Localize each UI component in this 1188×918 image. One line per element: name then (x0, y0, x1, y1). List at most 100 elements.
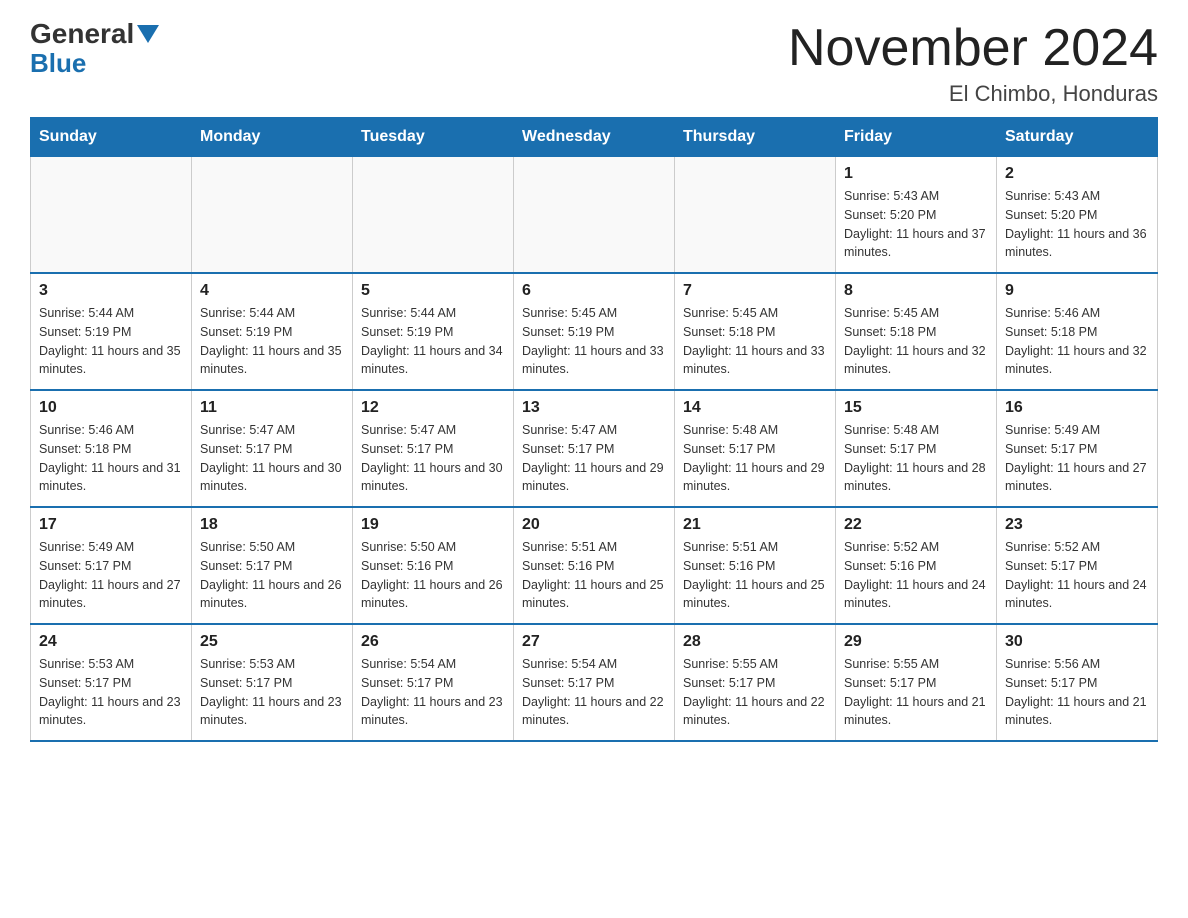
table-row: 26Sunrise: 5:54 AMSunset: 5:17 PMDayligh… (353, 624, 514, 741)
day-number: 11 (200, 399, 344, 417)
day-info: Sunrise: 5:54 AMSunset: 5:17 PMDaylight:… (522, 655, 666, 730)
day-info: Sunrise: 5:47 AMSunset: 5:17 PMDaylight:… (200, 421, 344, 496)
day-info: Sunrise: 5:47 AMSunset: 5:17 PMDaylight:… (361, 421, 505, 496)
table-row: 20Sunrise: 5:51 AMSunset: 5:16 PMDayligh… (514, 507, 675, 624)
table-row: 21 Sunrise: 5:51 AMSunset: 5:16 PMDayligh… (675, 507, 836, 624)
day-info: Sunrise: 5:49 AMSunset: 5:17 PMDaylight:… (39, 538, 183, 613)
table-row (514, 157, 675, 274)
col-saturday: Saturday (997, 118, 1158, 157)
table-row: 2 Sunrise: 5:43 AMSunset: 5:20 PMDaylight… (997, 157, 1158, 274)
day-info: Sunrise: 5:52 AMSunset: 5:17 PMDaylight:… (1005, 538, 1149, 613)
calendar-table: Sunday Monday Tuesday Wednesday Thursday… (30, 117, 1158, 742)
table-row (31, 157, 192, 274)
table-row: 25 Sunrise: 5:53 AMSunset: 5:17 PMDayligh… (192, 624, 353, 741)
day-info: Sunrise: 5:44 AMSunset: 5:19 PMDaylight:… (39, 304, 183, 379)
table-row: 4 Sunrise: 5:44 AMSunset: 5:19 PMDaylight… (192, 273, 353, 390)
day-info: Sunrise: 5:53 AMSunset: 5:17 PMDaylight:… (39, 655, 183, 730)
table-row: 9 Sunrise: 5:46 AMSunset: 5:18 PMDaylight… (997, 273, 1158, 390)
day-info: Sunrise: 5:43 AMSunset: 5:20 PMDaylight:… (1005, 187, 1149, 262)
table-row: 15 Sunrise: 5:48 AMSunset: 5:17 PMDayligh… (836, 390, 997, 507)
day-number: 29 (844, 633, 988, 651)
calendar-week-row: 10 Sunrise: 5:46 AMSunset: 5:18 PMDayligh… (31, 390, 1158, 507)
table-row: 16Sunrise: 5:49 AMSunset: 5:17 PMDayligh… (997, 390, 1158, 507)
table-row: 28Sunrise: 5:55 AMSunset: 5:17 PMDayligh… (675, 624, 836, 741)
day-info: Sunrise: 5:54 AMSunset: 5:17 PMDaylight:… (361, 655, 505, 730)
day-number: 30 (1005, 633, 1149, 651)
day-info: Sunrise: 5:48 AMSunset: 5:17 PMDaylight:… (683, 421, 827, 496)
day-number: 15 (844, 399, 988, 417)
day-info: Sunrise: 5:45 AMSunset: 5:19 PMDaylight:… (522, 304, 666, 379)
day-number: 13 (522, 399, 666, 417)
day-info: Sunrise: 5:55 AMSunset: 5:17 PMDaylight:… (844, 655, 988, 730)
col-thursday: Thursday (675, 118, 836, 157)
logo-text-blue: Blue (30, 50, 86, 76)
calendar-week-row: 24 Sunrise: 5:53 AMSunset: 5:17 PMDayligh… (31, 624, 1158, 741)
day-number: 20 (522, 516, 666, 534)
day-info: Sunrise: 5:51 AMSunset: 5:16 PMDaylight:… (683, 538, 827, 613)
day-number: 12 (361, 399, 505, 417)
table-row: 8 Sunrise: 5:45 AMSunset: 5:18 PMDaylight… (836, 273, 997, 390)
day-number: 22 (844, 516, 988, 534)
day-number: 4 (200, 282, 344, 300)
day-info: Sunrise: 5:53 AMSunset: 5:17 PMDaylight:… (200, 655, 344, 730)
table-row: 19 Sunrise: 5:50 AMSunset: 5:16 PMDayligh… (353, 507, 514, 624)
col-monday: Monday (192, 118, 353, 157)
day-number: 2 (1005, 165, 1149, 183)
table-row: 17 Sunrise: 5:49 AMSunset: 5:17 PMDayligh… (31, 507, 192, 624)
calendar-week-row: 17 Sunrise: 5:49 AMSunset: 5:17 PMDayligh… (31, 507, 1158, 624)
table-row: 3 Sunrise: 5:44 AMSunset: 5:19 PMDaylight… (31, 273, 192, 390)
day-number: 14 (683, 399, 827, 417)
day-info: Sunrise: 5:46 AMSunset: 5:18 PMDaylight:… (1005, 304, 1149, 379)
day-info: Sunrise: 5:43 AMSunset: 5:20 PMDaylight:… (844, 187, 988, 262)
calendar-header-row: Sunday Monday Tuesday Wednesday Thursday… (31, 118, 1158, 157)
day-info: Sunrise: 5:55 AMSunset: 5:17 PMDaylight:… (683, 655, 827, 730)
day-info: Sunrise: 5:46 AMSunset: 5:18 PMDaylight:… (39, 421, 183, 496)
day-number: 7 (683, 282, 827, 300)
day-number: 10 (39, 399, 183, 417)
day-info: Sunrise: 5:44 AMSunset: 5:19 PMDaylight:… (200, 304, 344, 379)
table-row: 6 Sunrise: 5:45 AMSunset: 5:19 PMDaylight… (514, 273, 675, 390)
day-number: 23 (1005, 516, 1149, 534)
page-subtitle: El Chimbo, Honduras (788, 81, 1158, 107)
col-friday: Friday (836, 118, 997, 157)
table-row: 24 Sunrise: 5:53 AMSunset: 5:17 PMDayligh… (31, 624, 192, 741)
day-number: 8 (844, 282, 988, 300)
day-info: Sunrise: 5:47 AMSunset: 5:17 PMDaylight:… (522, 421, 666, 496)
day-number: 27 (522, 633, 666, 651)
table-row (675, 157, 836, 274)
table-row: 30 Sunrise: 5:56 AMSunset: 5:17 PMDayligh… (997, 624, 1158, 741)
day-info: Sunrise: 5:50 AMSunset: 5:17 PMDaylight:… (200, 538, 344, 613)
day-number: 6 (522, 282, 666, 300)
day-number: 25 (200, 633, 344, 651)
col-sunday: Sunday (31, 118, 192, 157)
day-number: 18 (200, 516, 344, 534)
day-info: Sunrise: 5:45 AMSunset: 5:18 PMDaylight:… (683, 304, 827, 379)
table-row: 29 Sunrise: 5:55 AMSunset: 5:17 PMDayligh… (836, 624, 997, 741)
table-row: 18 Sunrise: 5:50 AMSunset: 5:17 PMDayligh… (192, 507, 353, 624)
day-number: 1 (844, 165, 988, 183)
page-header: General Blue November 2024 El Chimbo, Ho… (30, 20, 1158, 107)
title-block: November 2024 El Chimbo, Honduras (788, 20, 1158, 107)
logo: General Blue (30, 20, 159, 76)
table-row: 23 Sunrise: 5:52 AMSunset: 5:17 PMDayligh… (997, 507, 1158, 624)
day-number: 21 (683, 516, 827, 534)
day-number: 24 (39, 633, 183, 651)
table-row: 10 Sunrise: 5:46 AMSunset: 5:18 PMDayligh… (31, 390, 192, 507)
table-row: 13 Sunrise: 5:47 AMSunset: 5:17 PMDayligh… (514, 390, 675, 507)
day-number: 3 (39, 282, 183, 300)
table-row: 22Sunrise: 5:52 AMSunset: 5:16 PMDayligh… (836, 507, 997, 624)
day-info: Sunrise: 5:48 AMSunset: 5:17 PMDaylight:… (844, 421, 988, 496)
day-info: Sunrise: 5:45 AMSunset: 5:18 PMDaylight:… (844, 304, 988, 379)
day-number: 19 (361, 516, 505, 534)
calendar-week-row: 1 Sunrise: 5:43 AMSunset: 5:20 PMDaylight… (31, 157, 1158, 274)
day-info: Sunrise: 5:50 AMSunset: 5:16 PMDaylight:… (361, 538, 505, 613)
day-number: 17 (39, 516, 183, 534)
day-info: Sunrise: 5:56 AMSunset: 5:17 PMDaylight:… (1005, 655, 1149, 730)
table-row: 11 Sunrise: 5:47 AMSunset: 5:17 PMDayligh… (192, 390, 353, 507)
page-title: November 2024 (788, 20, 1158, 77)
table-row: 7 Sunrise: 5:45 AMSunset: 5:18 PMDaylight… (675, 273, 836, 390)
col-wednesday: Wednesday (514, 118, 675, 157)
day-number: 16 (1005, 399, 1149, 417)
day-number: 9 (1005, 282, 1149, 300)
col-tuesday: Tuesday (353, 118, 514, 157)
